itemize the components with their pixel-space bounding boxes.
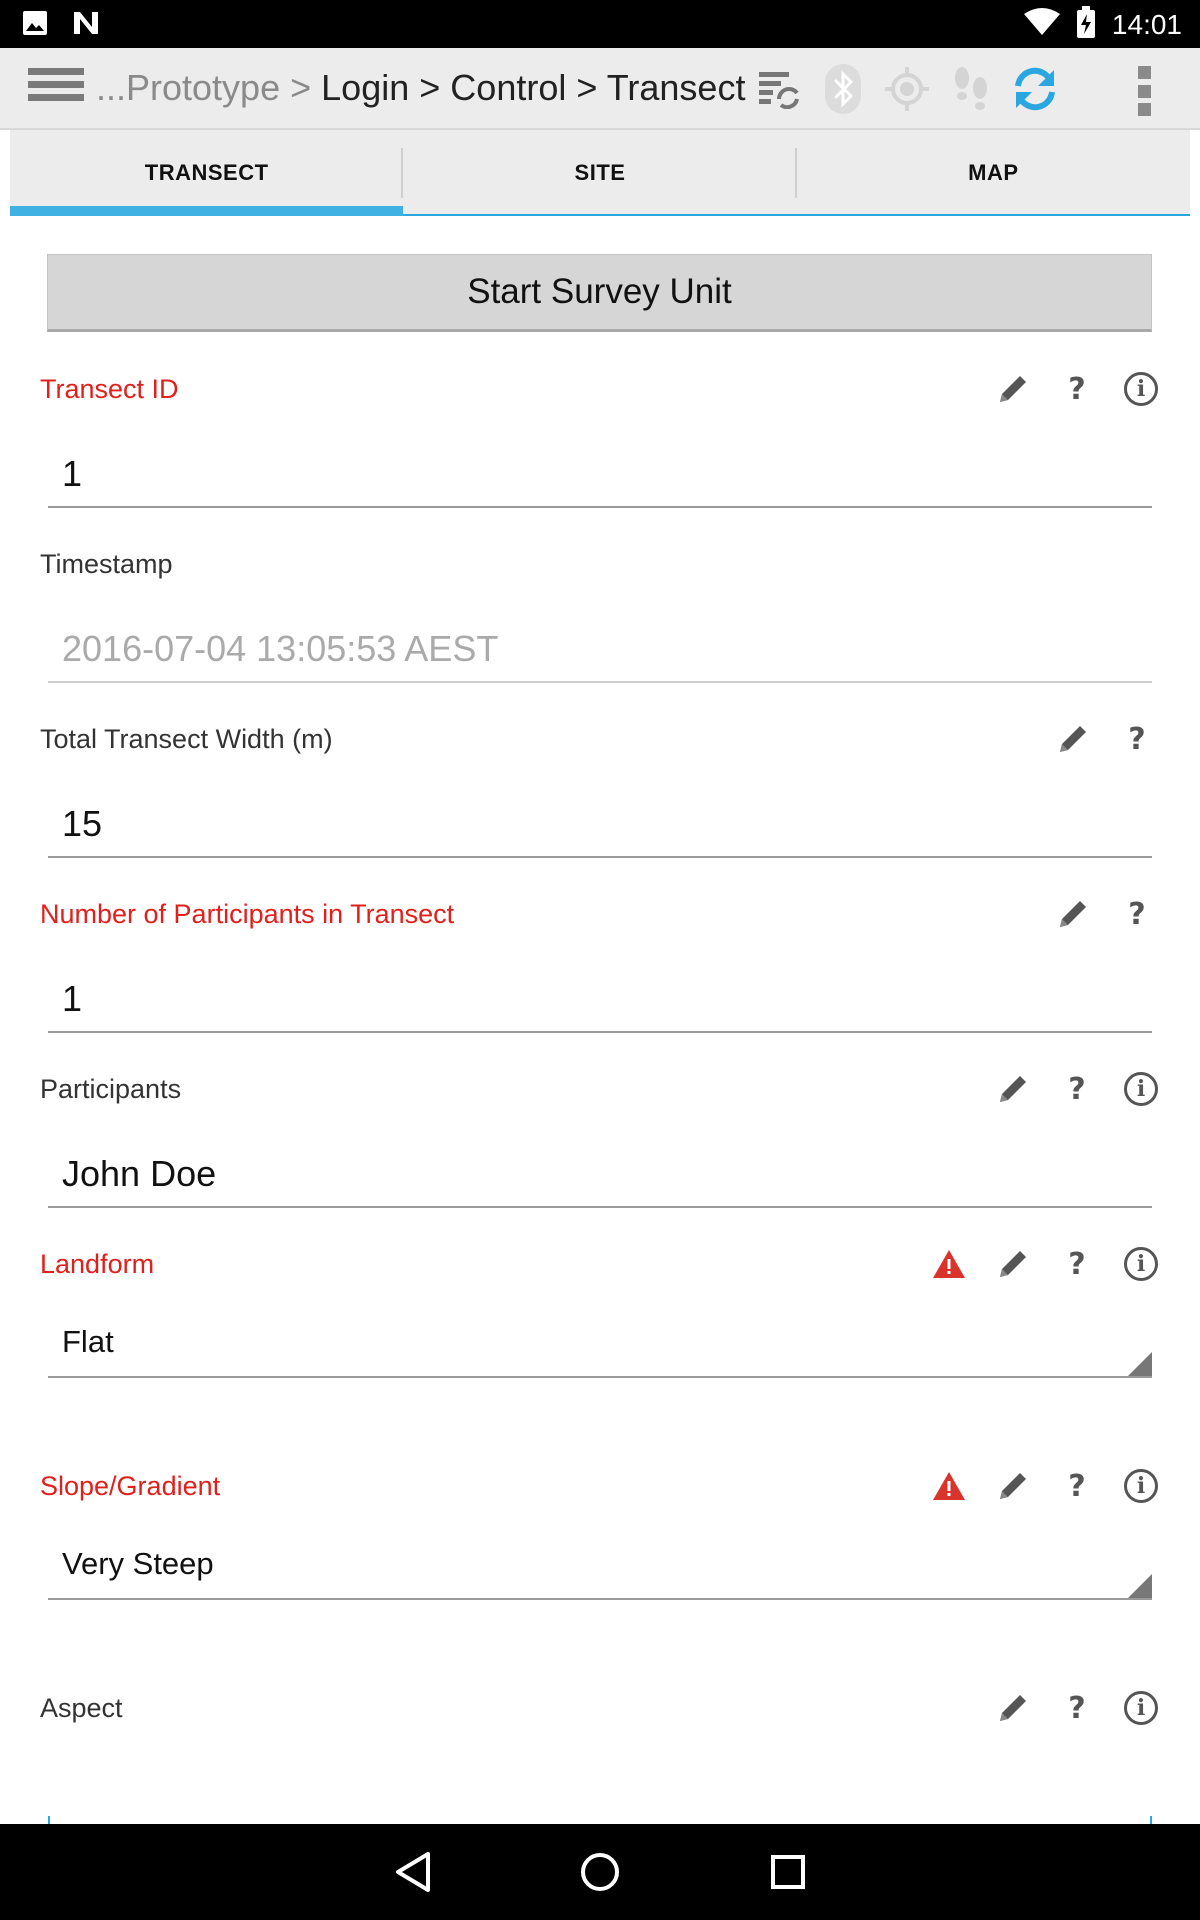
status-bar: 14:01 [0, 0, 1200, 48]
refresh-icon[interactable] [1008, 62, 1062, 116]
overflow-menu-icon[interactable] [1134, 66, 1154, 116]
participants-input[interactable]: John Doe [48, 1144, 1152, 1208]
transect-id-input[interactable]: 1 [48, 444, 1152, 508]
tab-label: TRANSECT [144, 160, 269, 185]
landform-select[interactable]: Flat [48, 1288, 1152, 1378]
help-icon[interactable]: ? [1056, 368, 1098, 410]
dropdown-triangle-icon [1128, 1574, 1152, 1598]
info-icon[interactable]: i [1120, 1243, 1162, 1285]
help-icon[interactable]: ? [1116, 893, 1158, 935]
gps-icon[interactable] [880, 62, 934, 116]
slope-label: Slope/Gradient [40, 1471, 221, 1501]
info-icon[interactable]: i [1120, 368, 1162, 410]
participants-count-input[interactable]: 1 [48, 969, 1152, 1033]
info-icon[interactable]: i [1120, 1687, 1162, 1729]
slope-select[interactable]: Very Steep [48, 1510, 1152, 1600]
edit-pencil-icon[interactable] [992, 1465, 1034, 1507]
clock: 14:01 [1111, 8, 1182, 40]
edit-pencil-icon[interactable] [992, 1068, 1034, 1110]
breadcrumb-separator: > [419, 67, 451, 108]
info-icon[interactable]: i [1120, 1068, 1162, 1110]
tab-map[interactable]: MAP [796, 130, 1191, 216]
participants-label: Participants [40, 1074, 182, 1104]
participants-count-label: Number of Participants in Transect [40, 899, 455, 929]
tab-bar: TRANSECT SITE MAP [10, 130, 1191, 216]
tab-site[interactable]: SITE [403, 130, 797, 216]
help-icon[interactable]: ? [1056, 1687, 1098, 1729]
timestamp-label: Timestamp [40, 549, 173, 579]
tab-transect[interactable]: TRANSECT [10, 130, 404, 216]
transect-width-label: Total Transect Width (m) [40, 724, 333, 754]
wifi-icon [1023, 8, 1060, 41]
gallery-notification-icon [22, 10, 48, 41]
breadcrumb-separator: > [290, 67, 322, 108]
edit-pencil-icon[interactable] [1052, 893, 1094, 935]
info-icon[interactable]: i [1120, 1465, 1162, 1507]
edit-pencil-icon[interactable] [992, 1687, 1034, 1729]
warning-icon[interactable] [928, 1465, 970, 1507]
start-survey-unit-button[interactable]: Start Survey Unit [47, 254, 1152, 332]
battery-icon [1076, 6, 1096, 43]
dropdown-triangle-icon [1128, 1352, 1152, 1376]
aspect-input[interactable] [48, 1816, 1152, 1824]
breadcrumb-item-transect: Transect [606, 67, 746, 108]
breadcrumb: ...Prototype > Login > Control > Transec… [96, 66, 745, 110]
warning-icon[interactable] [928, 1243, 970, 1285]
tracking-icon[interactable] [944, 62, 998, 116]
tab-label: MAP [968, 160, 1019, 185]
timestamp-input: 2016-07-04 13:05:53 AEST [48, 619, 1152, 683]
breadcrumb-item-login[interactable]: Login [321, 67, 409, 108]
help-icon[interactable]: ? [1056, 1243, 1098, 1285]
edit-pencil-icon[interactable] [1052, 718, 1094, 760]
navigation-bar [0, 1824, 1200, 1920]
home-icon[interactable] [570, 1842, 630, 1902]
landform-value: Flat [62, 1324, 114, 1359]
back-icon[interactable] [382, 1842, 442, 1902]
help-icon[interactable]: ? [1056, 1465, 1098, 1507]
breadcrumb-item-prototype[interactable]: ...Prototype [96, 67, 280, 108]
toolbar: ...Prototype > Login > Control > Transec… [0, 48, 1200, 130]
slope-value: Very Steep [62, 1546, 214, 1581]
sync-list-icon[interactable] [752, 62, 806, 116]
transect-id-label: Transect ID [40, 374, 179, 404]
aspect-label: Aspect [40, 1693, 123, 1723]
breadcrumb-item-control[interactable]: Control [450, 67, 566, 108]
tab-label: SITE [574, 160, 626, 185]
form-content: Start Survey Unit Transect ID ? i 1 Time… [10, 216, 1190, 1824]
help-icon[interactable]: ? [1116, 718, 1158, 760]
transect-width-input[interactable]: 15 [48, 794, 1152, 858]
help-icon[interactable]: ? [1056, 1068, 1098, 1110]
recents-icon[interactable] [758, 1842, 818, 1902]
bluetooth-icon[interactable] [816, 62, 870, 116]
menu-icon[interactable] [28, 68, 84, 110]
breadcrumb-separator: > [576, 67, 607, 108]
landform-label: Landform [40, 1249, 155, 1279]
edit-pencil-icon[interactable] [992, 368, 1034, 410]
n-notification-icon [72, 10, 100, 41]
edit-pencil-icon[interactable] [992, 1243, 1034, 1285]
